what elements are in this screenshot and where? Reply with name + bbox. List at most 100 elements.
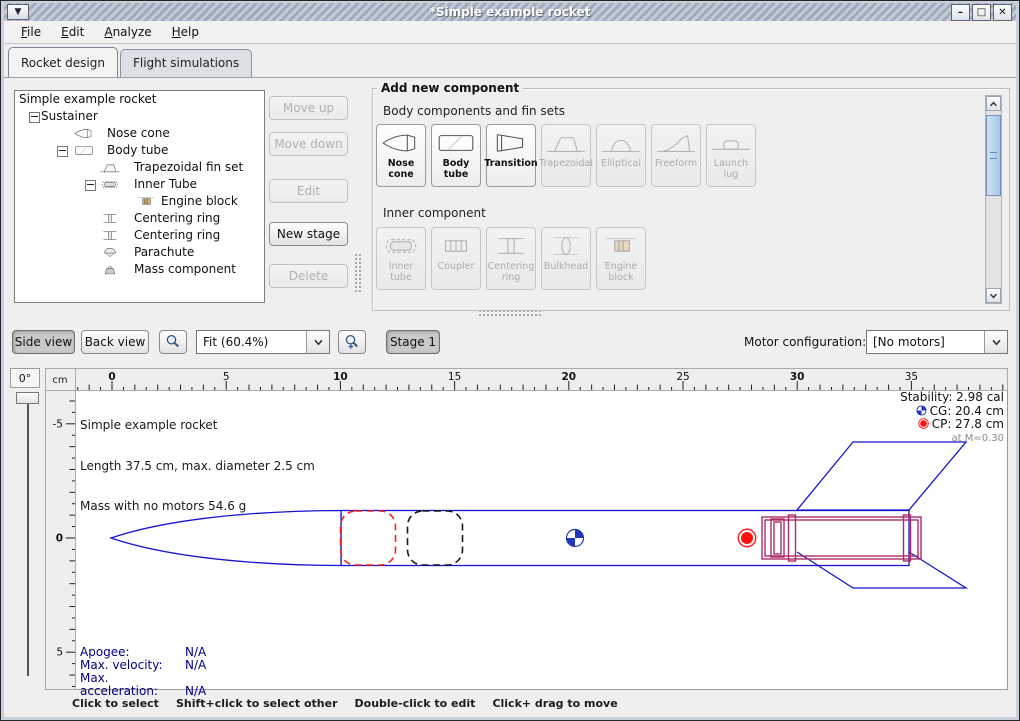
component-button-label: Engine block	[597, 262, 645, 283]
zoom-level-combobox[interactable]: Fit (60.4%)	[196, 330, 330, 354]
window-title: *Simple example rocket	[4, 5, 1016, 19]
ruler-unit-label: cm	[52, 375, 67, 386]
minimize-button[interactable]: –	[951, 4, 970, 21]
body-tube-outline[interactable]	[341, 511, 909, 566]
inner-tube-icon	[380, 233, 422, 259]
component-button-body-tube[interactable]: Body tube	[431, 124, 481, 187]
stability-info: Stability: 2.98 cal CG: 20.4 cm CP: 27.8…	[900, 391, 1004, 445]
tree-expander-icon[interactable]	[29, 112, 40, 123]
tree-item-body-tube[interactable]: Body tube	[15, 142, 264, 159]
back-view-button[interactable]: Back view	[81, 330, 149, 354]
rotation-slider-track[interactable]	[27, 404, 29, 676]
menu-help[interactable]: Help	[163, 22, 208, 42]
component-button-label: Trapezoidal	[539, 159, 593, 170]
tab-pane-border	[4, 77, 1016, 78]
component-panel-scrollbar[interactable]	[985, 95, 1002, 304]
svg-text:0: 0	[108, 371, 115, 383]
component-button-engine-block: Engine block	[596, 227, 646, 290]
svg-text:10: 10	[333, 371, 348, 383]
add-component-title: Add new component	[377, 81, 523, 95]
rotation-slider-handle[interactable]	[16, 392, 39, 404]
cg-line: CG: 20.4 cm	[900, 405, 1004, 419]
new-stage-button[interactable]: New stage	[269, 222, 348, 246]
tree-item-parachute[interactable]: Parachute	[15, 244, 264, 261]
combo-arrow-button[interactable]	[306, 331, 329, 353]
component-button-label: Launch lug	[707, 159, 755, 180]
flight-summary: Apogee:N/A Max. velocity:N/A Max. accele…	[80, 646, 206, 698]
tree-item-engine-block[interactable]: Engine block	[15, 193, 264, 210]
tree-item-label: Centering ring	[134, 211, 220, 225]
body-tube-icon	[435, 130, 477, 156]
inner-tube-icon	[95, 178, 125, 191]
maximize-button[interactable]: □	[972, 4, 991, 21]
tree-item-mass-component[interactable]: Mass component	[15, 261, 264, 278]
cg-marker	[567, 530, 584, 547]
chevron-down-icon	[989, 293, 998, 299]
component-tree: Simple example rocketSustainer Nose coneB…	[14, 90, 265, 303]
tree-item-inner-tube[interactable]: Inner Tube	[15, 176, 264, 193]
tree-item-simple-example-rocket[interactable]: Simple example rocket	[15, 91, 264, 108]
hint-double-click: Double-click to edit	[355, 697, 476, 710]
menu-edit[interactable]: Edit	[52, 22, 93, 42]
cg-icon	[916, 405, 927, 416]
parachute-icon	[95, 246, 125, 259]
centering-ring-icon	[95, 229, 125, 242]
component-button-transition[interactable]: Transition	[486, 124, 536, 187]
tree-item-label: Sustainer	[41, 109, 98, 123]
combo-arrow-button[interactable]	[984, 331, 1007, 353]
tree-expander-icon[interactable]	[57, 146, 68, 157]
tree-item-nose-cone[interactable]: Nose cone	[15, 125, 264, 142]
tree-item-label: Parachute	[134, 245, 194, 259]
tree-item-centering-ring[interactable]: Centering ring	[15, 227, 264, 244]
scroll-down-button[interactable]	[986, 288, 1001, 303]
svg-text:25: 25	[676, 371, 689, 383]
rocket-mass-line: Mass with no motors 54.6 g	[80, 500, 315, 514]
tree-item-label: Trapezoidal fin set	[134, 160, 243, 174]
component-button-centering-ring: Centering ring	[486, 227, 536, 290]
window-menu-icon[interactable]: ▼	[7, 4, 29, 20]
horizontal-ruler	[76, 369, 1008, 391]
move-up-button: Move up	[269, 96, 348, 120]
rotation-angle-display: 0°	[10, 368, 40, 388]
title-bar[interactable]: ▼ *Simple example rocket – □ ✕	[4, 3, 1016, 22]
coupler-icon	[435, 233, 477, 259]
svg-text:-5: -5	[53, 418, 63, 430]
tab-flight-simulations[interactable]: Flight simulations	[120, 49, 252, 77]
application-window: ▼ *Simple example rocket – □ ✕ FileEditA…	[0, 0, 1020, 721]
tree-item-label: Engine block	[161, 194, 238, 208]
elliptical-fin-icon	[600, 130, 642, 156]
close-button[interactable]: ✕	[993, 4, 1012, 21]
component-button-freeform: Freeform	[651, 124, 701, 187]
vertical-splitter-handle[interactable]	[354, 253, 363, 293]
chevron-down-icon	[313, 339, 324, 346]
motor-configuration-combobox[interactable]: [No motors]	[866, 330, 1008, 354]
tree-item-sustainer[interactable]: Sustainer	[15, 108, 264, 125]
rocket-name-line: Simple example rocket	[80, 419, 315, 433]
nose-cone-icon	[380, 130, 422, 156]
side-view-button[interactable]: Side view	[12, 330, 75, 354]
edit-button: Edit	[269, 179, 348, 203]
zoom-out-button[interactable]	[159, 330, 187, 354]
trapezoidal-fin-icon	[545, 130, 587, 156]
menu-bar: FileEditAnalyzeHelp	[4, 21, 1016, 44]
svg-text:35: 35	[905, 371, 918, 383]
zoom-in-button[interactable]	[338, 330, 366, 354]
tab-rocket-design[interactable]: Rocket design	[8, 47, 118, 77]
delete-button: Delete	[269, 264, 348, 288]
menu-file[interactable]: File	[12, 22, 50, 42]
component-button-nose-cone[interactable]: Nose cone	[376, 124, 426, 187]
scrollbar-thumb[interactable]	[986, 115, 1001, 196]
menu-analyze[interactable]: Analyze	[95, 22, 160, 42]
tree-item-centering-ring[interactable]: Centering ring	[15, 210, 264, 227]
component-button-label: Coupler	[438, 262, 475, 273]
nose-cone-icon	[69, 127, 99, 140]
stage-1-toggle-button[interactable]: Stage 1	[386, 330, 440, 354]
tree-item-label: Inner Tube	[134, 177, 197, 191]
motor-configuration-label: Motor configuration:	[744, 335, 866, 349]
trapezoidal-fin-icon	[95, 161, 125, 174]
freeform-fin-icon	[655, 130, 697, 156]
hint-click-select: Click to select	[72, 697, 159, 710]
scroll-up-button[interactable]	[986, 96, 1001, 111]
component-button-label: Transition	[484, 159, 537, 170]
tree-item-trapezoidal-fin-set[interactable]: Trapezoidal fin set	[15, 159, 264, 176]
